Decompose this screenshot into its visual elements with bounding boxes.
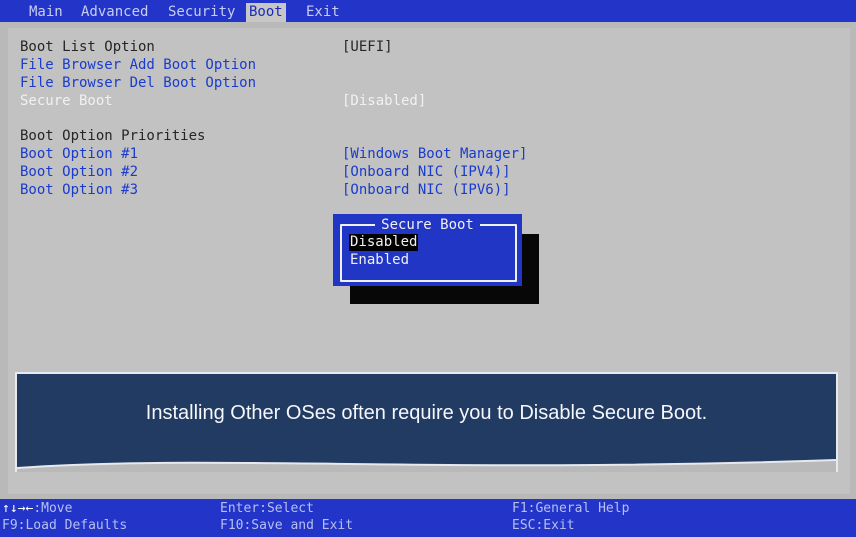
popup-title: Secure Boot	[333, 217, 522, 233]
boot-option-1-label[interactable]: Boot Option #1	[20, 145, 138, 163]
banner-wave-edge	[17, 459, 836, 472]
hint-esc-exit: ESC:Exit	[512, 518, 575, 533]
popup-title-text: Secure Boot	[375, 217, 480, 233]
secure-boot-value[interactable]: [Disabled]	[342, 92, 426, 110]
arrow-keys-icon: ↑↓→←	[2, 501, 34, 516]
info-banner: Installing Other OSes often require you …	[15, 372, 838, 472]
hint-select: Enter:Select	[220, 501, 314, 516]
boot-option-2-value[interactable]: [Onboard NIC (IPV4)]	[342, 163, 511, 181]
top-menu-bar: Main Advanced Security Boot Exit	[0, 0, 856, 22]
hint-move-text: :Move	[33, 501, 73, 516]
help-bar: ↑↓→←:Move Enter:Select F1:General Help F…	[0, 499, 856, 537]
file-browser-add-boot-option[interactable]: File Browser Add Boot Option	[20, 56, 256, 74]
hint-save-exit: F10:Save and Exit	[220, 518, 354, 533]
tab-exit[interactable]: Exit	[303, 3, 343, 22]
tab-advanced[interactable]: Advanced	[78, 3, 151, 22]
hint-move: ↑↓→←:Move	[2, 501, 72, 517]
secure-boot-label[interactable]: Secure Boot	[20, 92, 113, 110]
tab-security[interactable]: Security	[165, 3, 238, 22]
popup-option-enabled[interactable]: Enabled	[349, 252, 410, 269]
boot-option-1-value[interactable]: [Windows Boot Manager]	[342, 145, 527, 163]
boot-option-3-label[interactable]: Boot Option #3	[20, 181, 138, 199]
boot-list-option-value[interactable]: [UEFI]	[342, 38, 393, 56]
boot-option-priorities-heading: Boot Option Priorities	[20, 128, 206, 144]
hint-load-defaults: F9:Load Defaults	[2, 518, 128, 533]
tab-boot[interactable]: Boot	[246, 3, 286, 22]
info-banner-text: Installing Other OSes often require you …	[145, 402, 708, 424]
boot-option-3-value[interactable]: [Onboard NIC (IPV6)]	[342, 181, 511, 199]
popup-option-disabled[interactable]: Disabled	[349, 234, 419, 251]
tab-main[interactable]: Main	[26, 3, 66, 22]
boot-option-2-label[interactable]: Boot Option #2	[20, 163, 138, 181]
file-browser-del-boot-option[interactable]: File Browser Del Boot Option	[20, 74, 256, 92]
boot-list-option-label: Boot List Option	[20, 39, 155, 55]
hint-help: F1:General Help	[512, 501, 630, 516]
secure-boot-popup: Secure Boot Disabled Enabled	[333, 214, 522, 286]
